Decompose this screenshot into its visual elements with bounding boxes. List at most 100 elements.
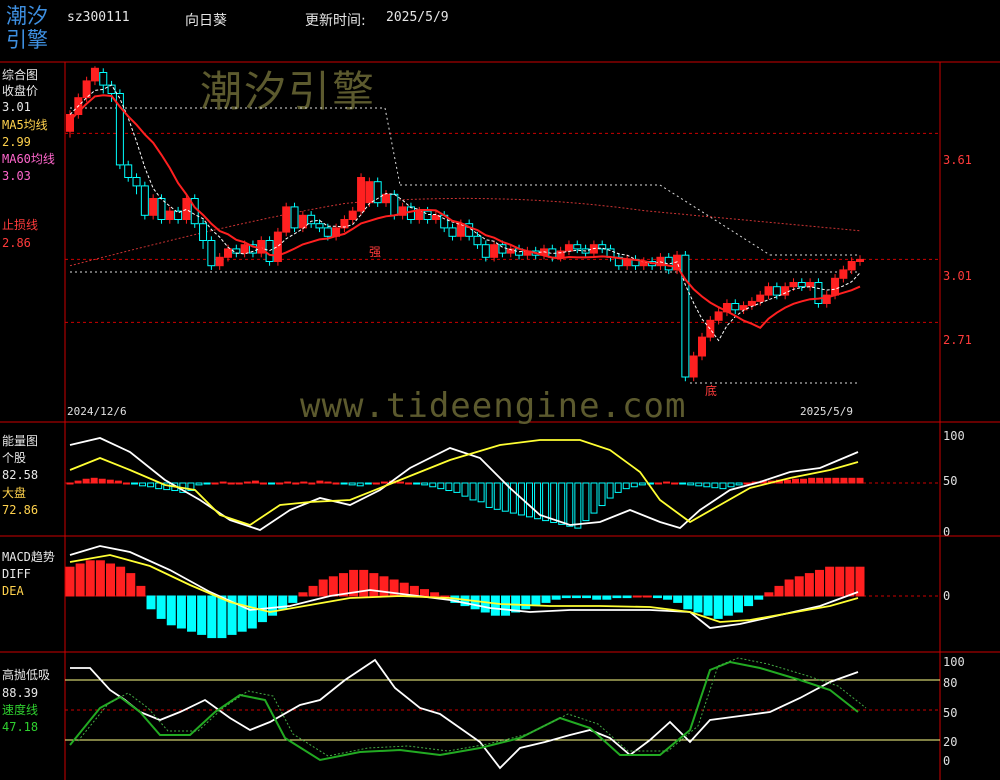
- energy-bar: [848, 477, 856, 484]
- macd-bar: [430, 592, 440, 597]
- macd-bar: [571, 595, 581, 599]
- candle-body: [323, 227, 332, 237]
- macd-bar: [166, 595, 176, 626]
- candle-body: [689, 355, 698, 378]
- energy-bar: [832, 477, 840, 484]
- energy-bar: [525, 482, 533, 518]
- candle-body: [373, 181, 382, 204]
- energy-bar: [211, 482, 219, 485]
- macd-bar: [176, 595, 186, 629]
- energy-bar: [397, 481, 405, 484]
- candle-body: [781, 286, 790, 296]
- candle-body: [789, 282, 798, 288]
- energy-bar: [687, 482, 695, 486]
- energy-bar: [259, 482, 267, 485]
- macd-bar: [693, 595, 703, 613]
- macd-bar: [288, 595, 298, 603]
- candle-body: [806, 282, 815, 288]
- energy-bar: [421, 482, 429, 486]
- candle-body: [348, 210, 357, 221]
- candle-body: [273, 231, 282, 263]
- macd-bar: [713, 595, 723, 619]
- candle-body: [623, 258, 632, 267]
- energy-bar: [268, 482, 276, 485]
- candle-body: [149, 198, 158, 216]
- candle-body: [182, 198, 191, 220]
- candle-body: [165, 210, 174, 221]
- macd-bar: [116, 566, 126, 597]
- macd-bar: [622, 595, 632, 599]
- candle-body: [390, 193, 399, 216]
- energy-bar: [114, 480, 122, 484]
- energy-bar: [824, 477, 832, 484]
- energy-bar: [106, 479, 114, 484]
- macd-bar: [733, 595, 743, 613]
- energy-bar: [816, 477, 824, 484]
- energy-bar: [574, 482, 582, 529]
- macd-bar: [683, 595, 693, 610]
- macd-bar: [642, 595, 652, 598]
- energy-bar: [300, 481, 308, 484]
- energy-bar: [654, 482, 662, 485]
- candle-body: [124, 164, 133, 178]
- macd-bar: [419, 589, 429, 597]
- macd-bar: [652, 595, 662, 599]
- candle-body: [282, 206, 291, 233]
- macd-bar: [835, 566, 845, 597]
- macd-bar: [197, 595, 207, 635]
- macd-bar: [501, 595, 511, 616]
- macd-bar: [663, 595, 673, 600]
- energy-bar: [800, 478, 808, 484]
- energy-bar: [292, 482, 300, 485]
- candle-body: [174, 210, 183, 221]
- energy-bar: [251, 480, 259, 484]
- macd-bar: [136, 585, 146, 597]
- energy-bar: [638, 482, 646, 486]
- macd-bar: [490, 595, 500, 616]
- macd-bar: [146, 595, 156, 610]
- macd-bar: [237, 595, 247, 632]
- macd-bar: [126, 573, 136, 597]
- macd-bar: [723, 595, 733, 616]
- macd-bar: [784, 579, 794, 597]
- energy-bar: [509, 482, 517, 514]
- macd-bar: [754, 595, 764, 600]
- candle-body: [290, 206, 299, 229]
- energy-bar: [195, 482, 203, 486]
- macd-bar: [217, 595, 227, 639]
- energy-bar: [243, 481, 251, 484]
- energy-bar: [598, 482, 606, 507]
- watermark-url: www.tideengine.com: [300, 386, 687, 426]
- energy-bar: [348, 482, 356, 486]
- energy-bar: [380, 481, 388, 484]
- energy-bar: [90, 477, 98, 484]
- energy-bar: [235, 482, 243, 485]
- energy-bar: [74, 480, 82, 484]
- candle-body: [90, 67, 99, 82]
- macd-bar: [551, 595, 561, 600]
- energy-bar: [356, 482, 364, 487]
- macd-bar: [814, 569, 824, 597]
- energy-bar: [477, 482, 485, 503]
- macd-bar: [379, 576, 389, 597]
- energy-bar: [437, 482, 445, 490]
- candle-body: [747, 300, 756, 307]
- macd-bar: [612, 595, 622, 599]
- energy-bar: [493, 482, 501, 510]
- candle-body: [814, 282, 823, 304]
- energy-bar: [372, 482, 380, 485]
- energy-bar: [663, 481, 671, 484]
- candle-body: [224, 248, 232, 258]
- candle-body: [140, 185, 149, 216]
- candle-body: [448, 227, 457, 237]
- energy-bar: [332, 482, 340, 485]
- channel-line-1: [384, 107, 401, 186]
- macd-bar: [369, 573, 379, 597]
- speed-line: [69, 660, 859, 762]
- energy-bar: [139, 482, 147, 487]
- candle-body: [681, 254, 690, 378]
- energy-bar: [695, 482, 703, 487]
- energy-bar: [203, 482, 211, 485]
- energy-bar: [792, 478, 800, 484]
- energy-bar: [542, 482, 550, 522]
